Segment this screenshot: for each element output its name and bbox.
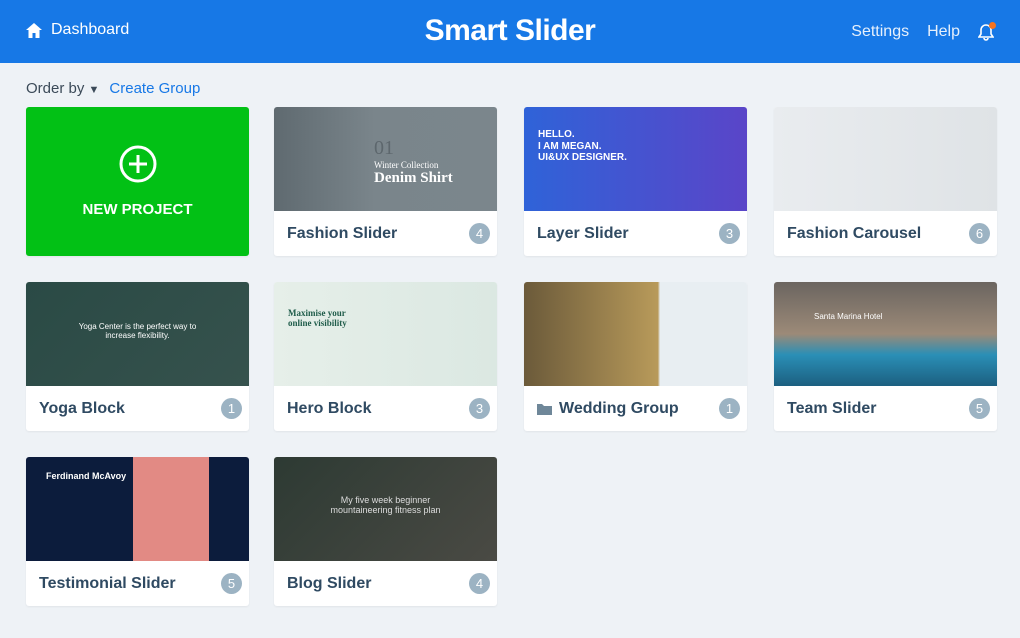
- slider-card[interactable]: Maximise your online visibility Hero Block…: [274, 282, 497, 431]
- slider-title: Testimonial Slider: [39, 574, 176, 592]
- slide-count-badge: 1: [719, 398, 740, 419]
- settings-link[interactable]: Settings: [851, 23, 909, 41]
- slider-thumbnail: [524, 282, 747, 386]
- slider-card[interactable]: Wedding Group 1: [524, 282, 747, 431]
- slide-count-badge: 5: [221, 573, 242, 594]
- slide-count-badge: 4: [469, 223, 490, 244]
- slider-thumbnail: Yoga Center is the perfect way to increas…: [26, 282, 249, 386]
- thumbnail-text: 01: [374, 137, 394, 159]
- thumbnail-text: Denim Shirt: [374, 170, 453, 187]
- slide-count-badge: 5: [969, 398, 990, 419]
- slider-thumbnail: HELLO. I AM MEGAN. UI&UX DESIGNER.: [524, 107, 747, 211]
- slider-title: Hero Block: [287, 399, 372, 417]
- slider-title: Layer Slider: [537, 224, 629, 242]
- top-bar: Dashboard Smart Slider Settings Help: [0, 0, 1020, 63]
- thumbnail-text: UI&UX DESIGNER.: [538, 152, 627, 163]
- thumbnail-text: Maximise your: [288, 308, 346, 318]
- slider-thumbnail: [774, 107, 997, 211]
- slider-card[interactable]: 01 Winter Collection Denim Shirt Fashion Sl…: [274, 107, 497, 256]
- slider-title: Blog Slider: [287, 574, 372, 592]
- thumbnail-text: Winter Collection: [374, 160, 439, 170]
- notifications-button[interactable]: [977, 22, 996, 41]
- slide-count-badge: 3: [469, 398, 490, 419]
- create-group-link[interactable]: Create Group: [109, 80, 200, 97]
- new-project-button[interactable]: NEW PROJECT: [26, 107, 249, 256]
- slider-card[interactable]: Ferdinand McAvoy Testimonial Slider 5: [26, 457, 249, 606]
- help-link[interactable]: Help: [927, 23, 960, 41]
- slide-count-badge: 3: [719, 223, 740, 244]
- order-by-dropdown[interactable]: Order by ▼: [26, 80, 99, 97]
- slider-thumbnail: My five week beginner mountaineering fitn…: [274, 457, 497, 561]
- slider-card[interactable]: Yoga Center is the perfect way to increas…: [26, 282, 249, 431]
- slider-title: Team Slider: [787, 399, 877, 417]
- thumbnail-text: HELLO.: [538, 129, 575, 140]
- caret-down-icon: ▼: [88, 84, 100, 96]
- slider-thumbnail: Ferdinand McAvoy: [26, 457, 249, 561]
- folder-icon: [537, 403, 552, 415]
- slider-card[interactable]: Santa Marina Hotel Team Slider 5: [774, 282, 997, 431]
- thumbnail-text: increase flexibility.: [105, 331, 170, 341]
- thumbnail-text: Santa Marina Hotel: [814, 312, 883, 321]
- slider-title: Fashion Carousel: [787, 224, 922, 242]
- slider-thumbnail: Santa Marina Hotel: [774, 282, 997, 386]
- thumbnail-text: I AM MEGAN.: [538, 140, 602, 152]
- thumbnail-text: mountaineering fitness plan: [330, 505, 441, 516]
- slider-title: Yoga Block: [39, 399, 125, 417]
- slider-thumbnail: Maximise your online visibility: [274, 282, 497, 386]
- thumbnail-text: Ferdinand McAvoy: [46, 471, 127, 481]
- notification-dot: [989, 22, 996, 29]
- slider-card[interactable]: Fashion Carousel 6: [774, 107, 997, 256]
- slider-title: Wedding Group: [537, 400, 679, 418]
- slide-count-badge: 1: [221, 398, 242, 419]
- thumbnail-text: Yoga Center is the perfect way to: [78, 322, 197, 331]
- slider-title: Fashion Slider: [287, 224, 398, 242]
- slide-count-badge: 4: [469, 573, 490, 594]
- new-project-label: NEW PROJECT: [82, 201, 193, 218]
- thumbnail-text: online visibility: [288, 318, 347, 329]
- slider-thumbnail: 01 Winter Collection Denim Shirt: [274, 107, 497, 211]
- slider-card[interactable]: My five week beginner mountaineering fitn…: [274, 457, 497, 606]
- slide-count-badge: 6: [969, 223, 990, 244]
- slider-card[interactable]: HELLO. I AM MEGAN. UI&UX DESIGNER. Layer Sl…: [524, 107, 747, 256]
- thumbnail-text: My five week beginner: [340, 495, 431, 505]
- plus-circle-icon: [119, 145, 156, 183]
